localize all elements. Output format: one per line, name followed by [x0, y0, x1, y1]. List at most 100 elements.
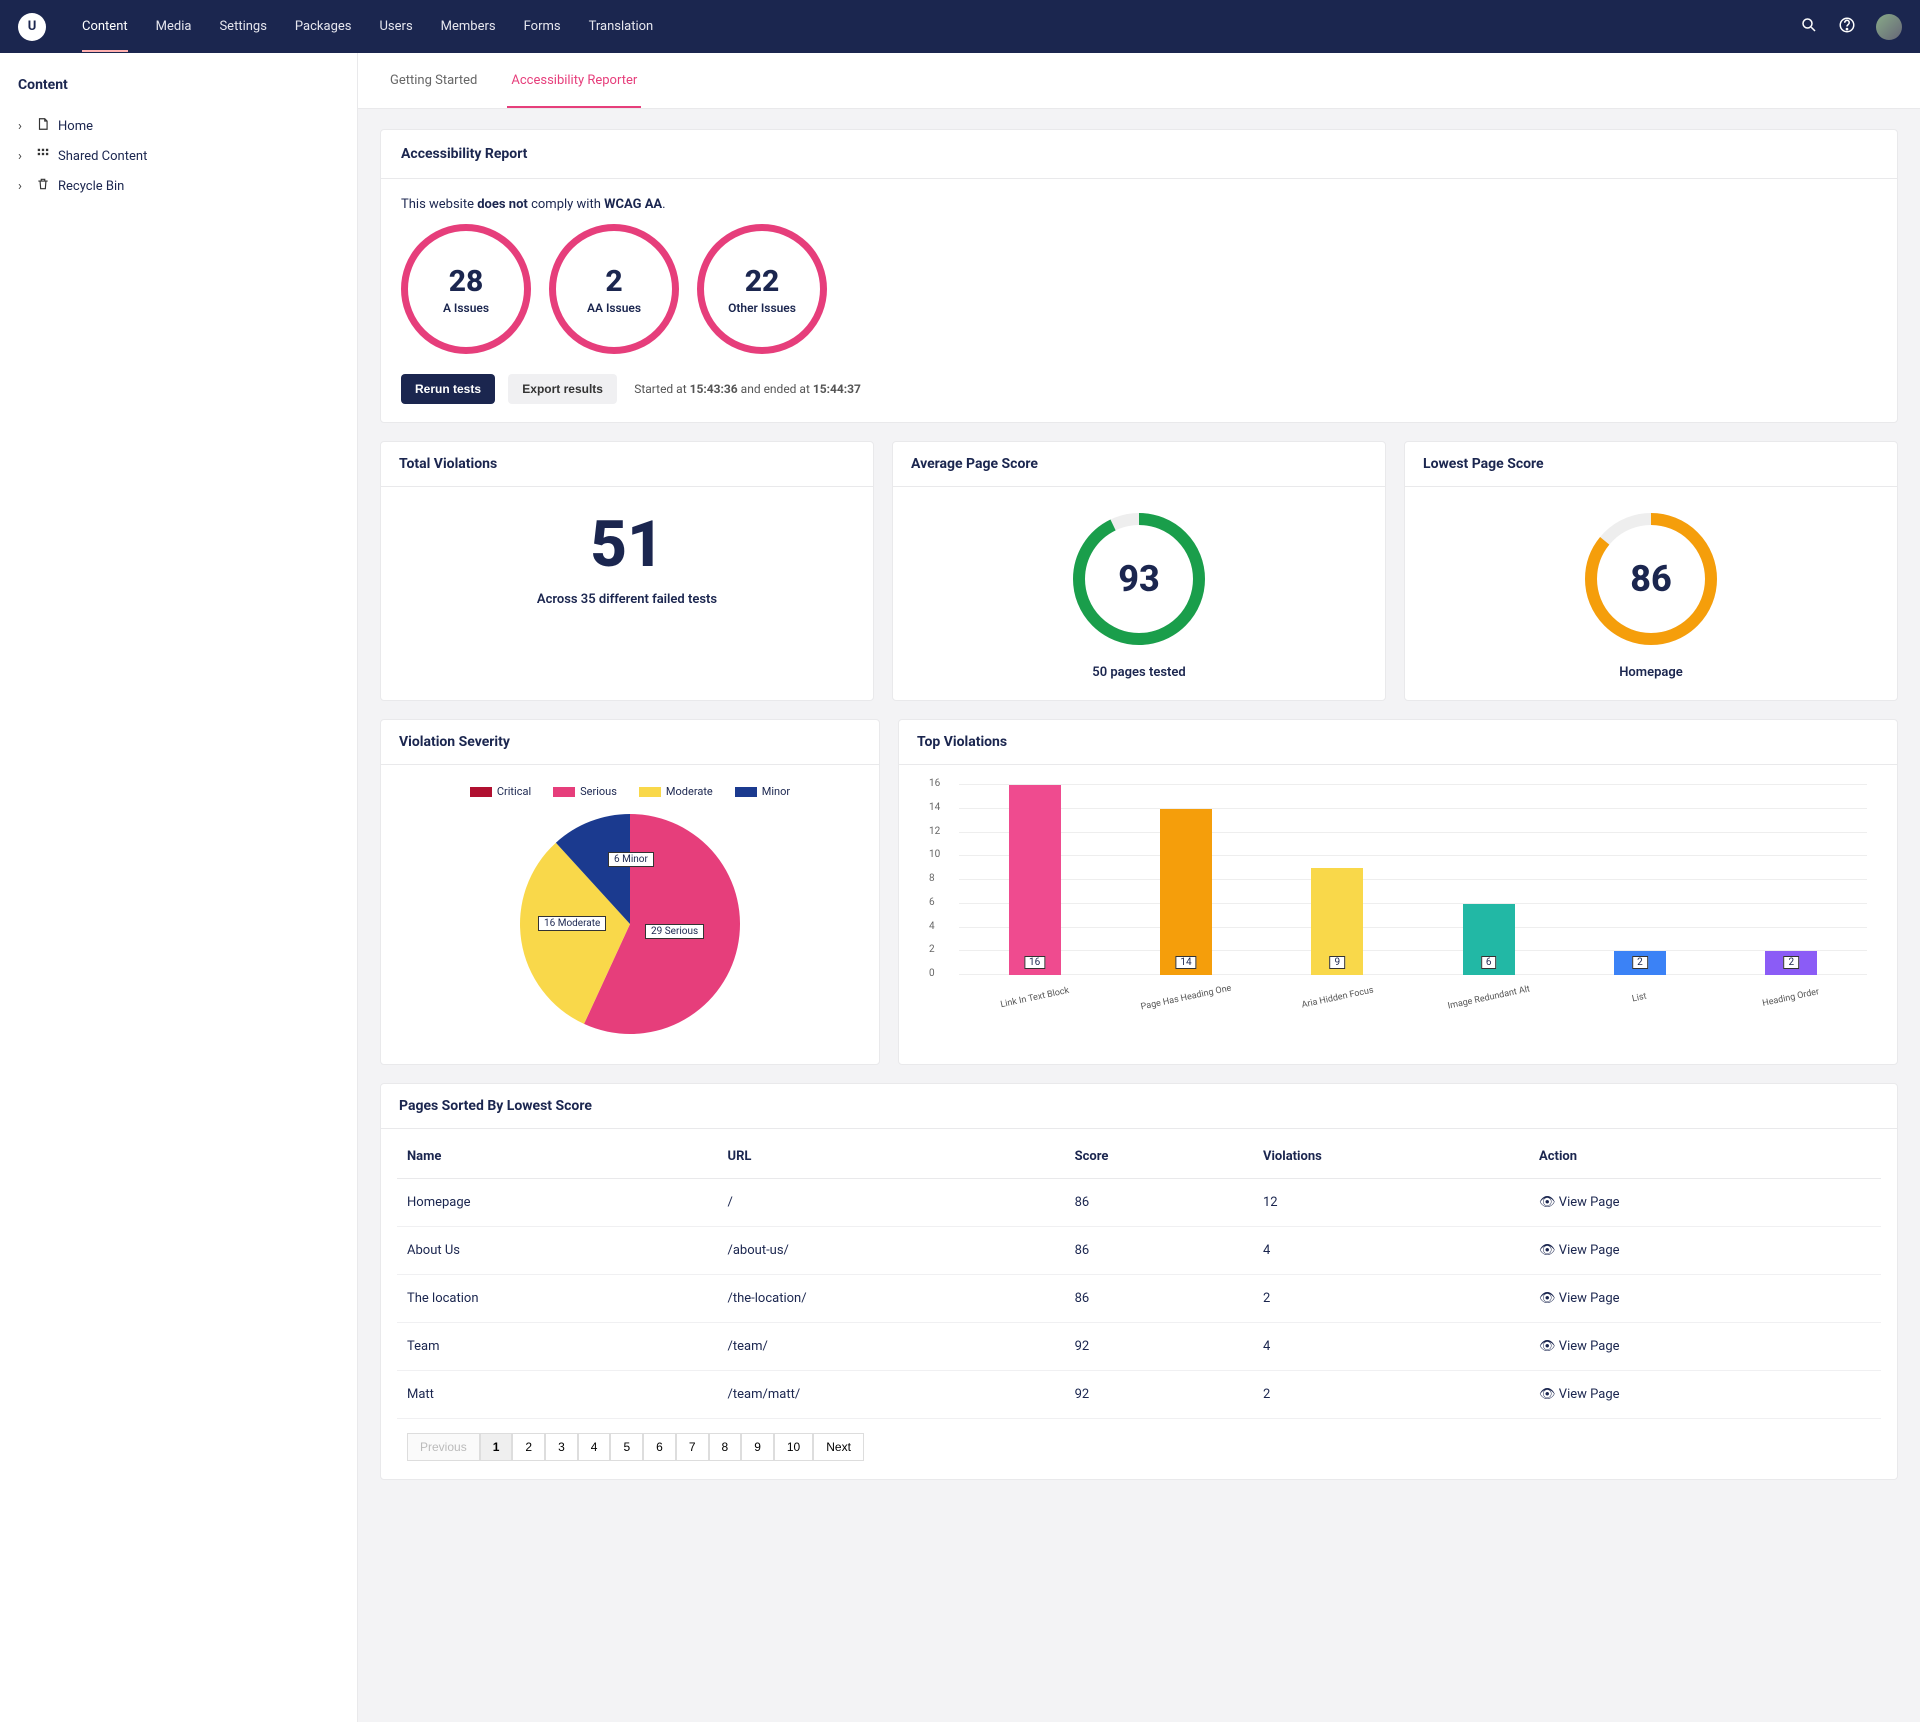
cell-violations: 2	[1253, 1275, 1529, 1323]
search-icon[interactable]	[1800, 16, 1818, 38]
y-tick: 10	[929, 849, 940, 860]
top-nav: ContentMediaSettingsPackagesUsersMembers…	[68, 1, 667, 52]
bar-1: 14	[1157, 809, 1215, 975]
pager-page-2[interactable]: 2	[512, 1433, 545, 1461]
topnav-content[interactable]: Content	[68, 1, 142, 52]
pager-page-9[interactable]: 9	[741, 1433, 774, 1461]
legend-moderate: Moderate	[639, 785, 713, 798]
top-violations-chart: 0246810121416Link In Text BlockPage Has …	[909, 775, 1887, 1025]
accessibility-report-panel: Accessibility Report This website does n…	[380, 129, 1898, 423]
panel-title: Accessibility Report	[381, 130, 1897, 179]
subtab-getting-started[interactable]: Getting Started	[386, 53, 481, 108]
y-tick: 0	[929, 968, 935, 979]
violation-severity-card: Violation Severity CriticalSeriousModera…	[380, 719, 880, 1065]
cell-name: The location	[397, 1275, 718, 1323]
eye-icon: 👁	[1539, 1195, 1556, 1210]
metric-label: A Issues	[443, 301, 489, 315]
bar-2: 9	[1308, 868, 1366, 975]
view-page-link[interactable]: 👁 View Page	[1539, 1291, 1619, 1306]
low-score-sub: Homepage	[1425, 665, 1877, 680]
card-title: Violation Severity	[381, 720, 879, 765]
col-url: URL	[718, 1135, 1065, 1179]
y-tick: 14	[929, 802, 940, 813]
bar-xlabel: Link In Text Block	[999, 986, 1069, 1010]
tree-item-label: Shared Content	[58, 149, 147, 164]
subtab-accessibility-reporter[interactable]: Accessibility Reporter	[507, 53, 641, 108]
pager-page-8[interactable]: 8	[709, 1433, 742, 1461]
metric-label: AA Issues	[587, 301, 641, 315]
pager-page-3[interactable]: 3	[545, 1433, 578, 1461]
metric-value: 22	[745, 264, 780, 299]
bar-value: 14	[1175, 956, 1196, 969]
cell-score: 92	[1065, 1371, 1253, 1419]
view-page-link[interactable]: 👁 View Page	[1539, 1243, 1619, 1258]
compliance-statement: This website does not comply with WCAG A…	[401, 197, 1877, 212]
grid-icon	[36, 147, 50, 165]
total-violations-sub: Across 35 different failed tests	[401, 592, 853, 607]
pages-table: NameURLScoreViolationsAction Homepage/86…	[397, 1135, 1881, 1419]
tree-item-home[interactable]: ›Home	[18, 111, 339, 141]
umbraco-logo[interactable]: U	[18, 13, 46, 41]
table-row: Team/team/924👁 View Page	[397, 1323, 1881, 1371]
file-icon	[36, 117, 50, 135]
pager-page-7[interactable]: 7	[676, 1433, 709, 1461]
pager-page-1[interactable]: 1	[480, 1433, 513, 1461]
view-page-link[interactable]: 👁 View Page	[1539, 1195, 1619, 1210]
pager-next[interactable]: Next	[813, 1433, 864, 1461]
cell-url: /team/	[718, 1323, 1065, 1371]
card-title: Pages Sorted By Lowest Score	[381, 1084, 1897, 1129]
topnav-users[interactable]: Users	[366, 1, 427, 52]
topnav-packages[interactable]: Packages	[281, 1, 366, 52]
lowest-page-score-card: Lowest Page Score 86 Homepage	[1404, 441, 1898, 701]
topnav-forms[interactable]: Forms	[510, 1, 575, 52]
eye-icon: 👁	[1539, 1291, 1556, 1306]
bar-5: 2	[1762, 951, 1820, 975]
avg-score-value: 93	[1067, 507, 1211, 651]
total-violations-number: 51	[401, 507, 853, 582]
user-avatar[interactable]	[1876, 14, 1902, 40]
table-row: Matt/team/matt/922👁 View Page	[397, 1371, 1881, 1419]
rerun-tests-button[interactable]: Rerun tests	[401, 374, 495, 404]
topnav-media[interactable]: Media	[142, 1, 206, 52]
pie-label: 29 Serious	[645, 924, 704, 939]
bar-xlabel: Image Redundant Alt	[1447, 984, 1531, 1011]
help-icon[interactable]	[1838, 16, 1856, 38]
chevron-right-icon: ›	[18, 179, 28, 194]
cell-violations: 12	[1253, 1179, 1529, 1227]
y-tick: 16	[929, 778, 940, 789]
low-score-value: 86	[1579, 507, 1723, 651]
cell-name: Matt	[397, 1371, 718, 1419]
eye-icon: 👁	[1539, 1387, 1556, 1402]
tree-item-recycle-bin[interactable]: ›Recycle Bin	[18, 171, 339, 201]
bar-value: 16	[1024, 956, 1045, 969]
bar-0: 16	[1006, 785, 1064, 975]
metric-aa-issues: 2 AA Issues	[549, 224, 679, 354]
avg-score-sub: 50 pages tested	[913, 665, 1365, 680]
pages-table-card: Pages Sorted By Lowest Score NameURLScor…	[380, 1083, 1898, 1480]
topnav-translation[interactable]: Translation	[575, 1, 668, 52]
table-row: About Us/about-us/864👁 View Page	[397, 1227, 1881, 1275]
total-violations-card: Total Violations 51 Across 35 different …	[380, 441, 874, 701]
cell-violations: 4	[1253, 1323, 1529, 1371]
pager-page-5[interactable]: 5	[610, 1433, 643, 1461]
view-page-link[interactable]: 👁 View Page	[1539, 1339, 1619, 1354]
export-results-button[interactable]: Export results	[508, 374, 617, 404]
topnav-settings[interactable]: Settings	[205, 1, 280, 52]
tree-item-shared-content[interactable]: ›Shared Content	[18, 141, 339, 171]
cell-url: /team/matt/	[718, 1371, 1065, 1419]
bar-4: 2	[1611, 951, 1669, 975]
pager-page-6[interactable]: 6	[643, 1433, 676, 1461]
sidebar: Content ›Home›Shared Content›Recycle Bin	[0, 53, 358, 1722]
pager-prev[interactable]: Previous	[407, 1433, 480, 1461]
y-tick: 4	[929, 921, 935, 932]
run-timestamps: Started at 15:43:36 and ended at 15:44:3…	[634, 382, 861, 396]
view-page-link[interactable]: 👁 View Page	[1539, 1387, 1619, 1402]
metric-value: 2	[605, 264, 622, 299]
pager-page-4[interactable]: 4	[578, 1433, 611, 1461]
topnav-members[interactable]: Members	[427, 1, 510, 52]
cell-violations: 4	[1253, 1227, 1529, 1275]
pager-page-10[interactable]: 10	[774, 1433, 813, 1461]
card-title: Top Violations	[899, 720, 1897, 765]
cell-name: Homepage	[397, 1179, 718, 1227]
cell-score: 92	[1065, 1323, 1253, 1371]
